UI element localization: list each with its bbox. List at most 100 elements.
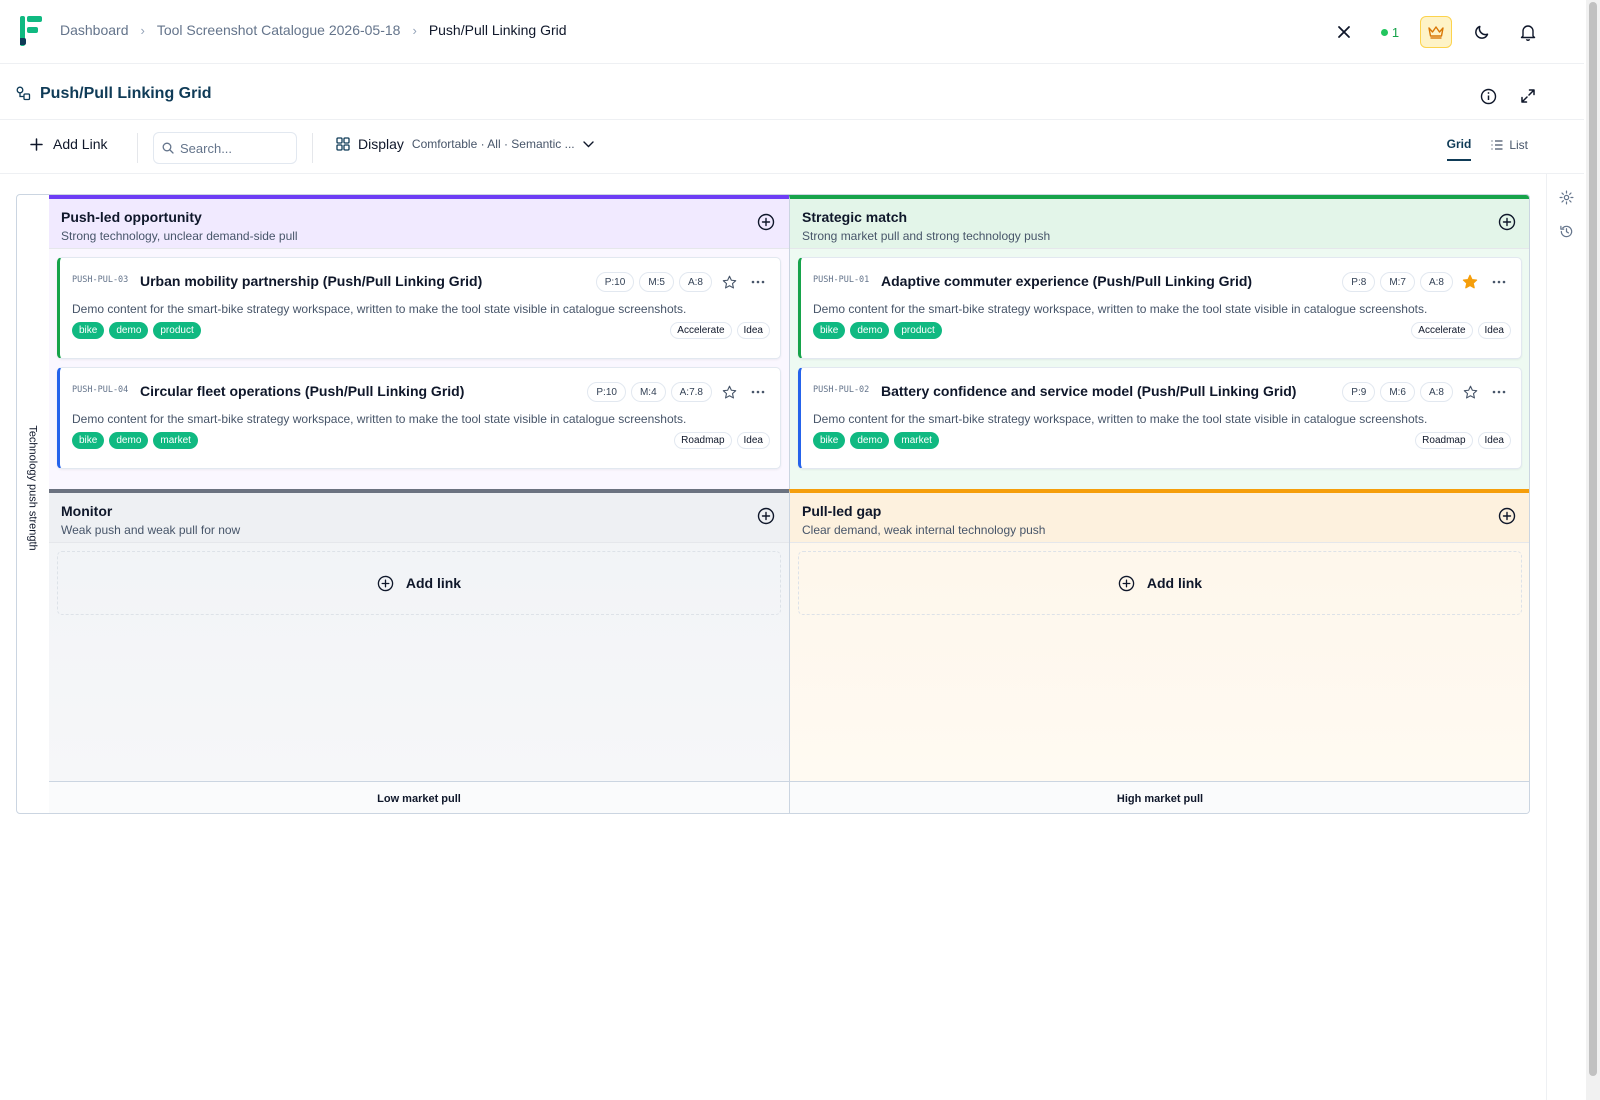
page-header: Push/Pull Linking Grid xyxy=(0,64,1584,120)
link-card[interactable]: PUSH-PUL-03 Urban mobility partnership (… xyxy=(57,257,781,359)
history-icon[interactable] xyxy=(1559,224,1574,239)
card-description: Demo content for the smart-bike strategy… xyxy=(72,412,687,426)
display-summary: Comfortable · All · Semantic ... xyxy=(411,137,575,151)
moon-icon xyxy=(1475,25,1489,39)
tag[interactable]: demo xyxy=(850,432,890,449)
push-score-badge: P:9 xyxy=(1342,382,1376,402)
breadcrumb-catalogue[interactable]: Tool Screenshot Catalogue 2026-05-18 xyxy=(157,22,401,38)
info-button[interactable] xyxy=(1472,80,1504,112)
ellipsis-icon xyxy=(1492,390,1506,394)
chevron-right-icon: › xyxy=(140,22,145,38)
card-title[interactable]: Urban mobility partnership (Push/Pull Li… xyxy=(140,273,482,289)
premium-button[interactable] xyxy=(1420,16,1452,48)
add-link-dropzone[interactable]: Add link xyxy=(57,551,781,615)
add-link-label: Add Link xyxy=(53,136,108,152)
presence-indicator[interactable]: 1 xyxy=(1374,25,1406,40)
display-label: Display xyxy=(358,136,404,152)
info-icon xyxy=(1480,88,1496,104)
more-options-button[interactable] xyxy=(746,271,770,293)
tag[interactable]: product xyxy=(894,322,942,339)
quadrant-monitor: Monitor Weak push and weak pull for now … xyxy=(49,489,789,781)
online-dot-icon xyxy=(1380,28,1388,36)
add-link-dropzone[interactable]: Add link xyxy=(798,551,1522,615)
add-circle-icon[interactable] xyxy=(1498,507,1516,525)
expand-button[interactable] xyxy=(1512,80,1544,112)
close-icon xyxy=(1338,26,1350,38)
add-link-label: Add link xyxy=(405,575,462,591)
breadcrumb-current: Push/Pull Linking Grid xyxy=(428,22,567,38)
toolbar-divider xyxy=(137,133,138,163)
breadcrumb-dashboard[interactable]: Dashboard xyxy=(60,22,129,38)
tab-list[interactable]: List xyxy=(1491,137,1528,161)
add-circle-icon xyxy=(377,575,394,591)
link-card[interactable]: PUSH-PUL-01 Adaptive commuter experience… xyxy=(798,257,1522,359)
tag[interactable]: bike xyxy=(72,322,105,339)
link-card[interactable]: PUSH-PUL-04 Circular fleet operations (P… xyxy=(57,367,781,469)
card-title[interactable]: Battery confidence and service model (Pu… xyxy=(881,383,1296,399)
tag[interactable]: market xyxy=(894,432,939,449)
search-box xyxy=(153,132,297,164)
ellipsis-icon xyxy=(751,280,765,284)
alignment-score-badge: A:8 xyxy=(1419,272,1453,292)
star-button[interactable] xyxy=(717,271,741,293)
top-actions: 1 xyxy=(1328,16,1544,48)
y-axis-label: Technology push strength xyxy=(17,195,49,781)
tag[interactable]: demo xyxy=(109,322,149,339)
star-button[interactable] xyxy=(1458,381,1482,403)
display-options-button[interactable]: Display Comfortable · All · Semantic ... xyxy=(336,136,594,152)
tag[interactable]: bike xyxy=(813,432,846,449)
quadrant-push-led-opportunity: Push-led opportunity Strong technology, … xyxy=(49,195,789,489)
page-scrollbar[interactable] xyxy=(1586,0,1600,1100)
tab-grid[interactable]: Grid xyxy=(1446,137,1472,161)
tag[interactable]: demo xyxy=(850,322,890,339)
close-button[interactable] xyxy=(1328,16,1360,48)
tag[interactable]: bike xyxy=(72,432,105,449)
app-logo-icon[interactable] xyxy=(20,16,44,46)
add-link-button[interactable]: Add Link xyxy=(30,136,107,152)
push-score-badge: P:8 xyxy=(1342,272,1376,292)
tag-list: bike demo product xyxy=(813,322,942,339)
quadrant-header: Monitor Weak push and weak pull for now xyxy=(49,493,789,543)
top-navigation-bar: Dashboard › Tool Screenshot Catalogue 20… xyxy=(0,0,1584,64)
tag-list: bike demo market xyxy=(813,432,939,449)
push-pull-matrix: Technology push strength Push-led opport… xyxy=(16,194,1530,814)
plus-icon xyxy=(30,137,43,151)
more-options-button[interactable] xyxy=(746,381,770,403)
more-options-button[interactable] xyxy=(1487,271,1511,293)
alignment-score-badge: A:8 xyxy=(678,272,712,292)
theme-toggle-button[interactable] xyxy=(1466,16,1498,48)
add-circle-icon[interactable] xyxy=(757,507,775,525)
gear-icon[interactable] xyxy=(1559,190,1574,205)
search-icon xyxy=(162,142,174,154)
tag[interactable]: bike xyxy=(813,322,846,339)
card-title[interactable]: Circular fleet operations (Push/Pull Lin… xyxy=(140,383,464,399)
tag-list: bike demo market xyxy=(72,432,198,449)
tag[interactable]: demo xyxy=(109,432,149,449)
search-input[interactable] xyxy=(180,140,290,156)
link-card[interactable]: PUSH-PUL-02 Battery confidence and servi… xyxy=(798,367,1522,469)
add-circle-icon[interactable] xyxy=(757,213,775,231)
tag[interactable]: market xyxy=(153,432,198,449)
notifications-button[interactable] xyxy=(1512,16,1544,48)
more-options-button[interactable] xyxy=(1487,381,1511,403)
market-score-badge: M:6 xyxy=(1380,382,1415,402)
quadrant-title: Monitor xyxy=(61,503,113,519)
alignment-score-badge: A:8 xyxy=(1419,382,1453,402)
quadrant-header: Pull-led gap Clear demand, weak internal… xyxy=(790,493,1529,543)
tab-grid-label: Grid xyxy=(1446,137,1472,151)
add-link-label: Add link xyxy=(1146,575,1203,591)
card-id: PUSH-PUL-03 xyxy=(72,275,129,285)
card-title[interactable]: Adaptive commuter experience (Push/Pull … xyxy=(881,273,1252,289)
quadrant-subtitle: Clear demand, weak internal technology p… xyxy=(802,523,1046,537)
star-button[interactable] xyxy=(1458,271,1482,293)
toolbar: Add Link Display Comfortable · All · Sem… xyxy=(0,120,1584,174)
tag[interactable]: product xyxy=(153,322,201,339)
y-axis-title: Technology push strength xyxy=(27,425,39,551)
quadrant-subtitle: Strong market pull and strong technology… xyxy=(802,229,1051,243)
breadcrumb: Dashboard › Tool Screenshot Catalogue 20… xyxy=(60,22,567,38)
toolbar-divider xyxy=(312,133,313,163)
quadrant-pull-led-gap: Pull-led gap Clear demand, weak internal… xyxy=(789,489,1529,781)
scrollbar-thumb[interactable] xyxy=(1589,2,1597,1076)
star-button[interactable] xyxy=(717,381,741,403)
add-circle-icon[interactable] xyxy=(1498,213,1516,231)
